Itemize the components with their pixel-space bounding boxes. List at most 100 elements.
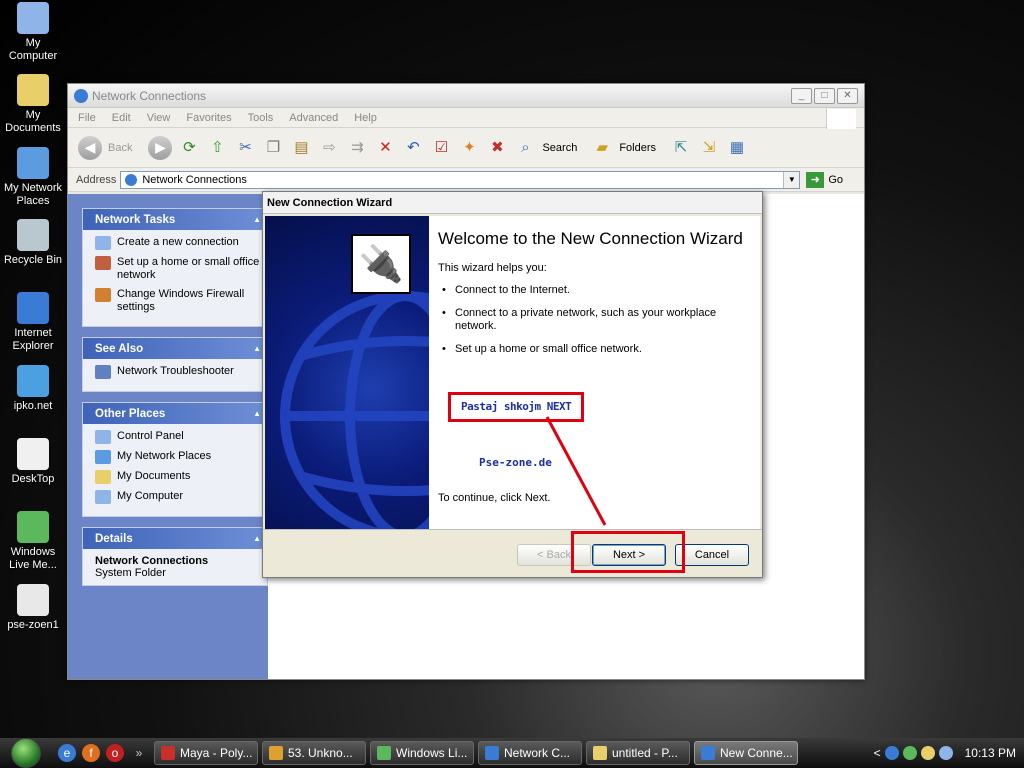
wizard-button-bar: < Back Next > Cancel [263,529,762,577]
taskbar-button[interactable]: New Conne... [694,741,798,765]
copy-icon[interactable]: ❐ [262,137,284,159]
windows-orb-icon [11,738,41,768]
search-button-label[interactable]: Search [542,142,577,154]
back-arrow-icon[interactable]: ◀ [78,135,102,160]
collapse-chevron-icon[interactable]: ▲ [253,409,261,418]
task-link[interactable]: My Network Places [95,450,261,464]
collapse-chevron-icon[interactable]: ▲ [253,534,261,543]
views-icon[interactable]: ▦ [726,137,748,159]
desktop-icon-desktop-shortcut[interactable]: DeskTop [0,438,66,486]
task-link[interactable]: Control Panel [95,430,261,444]
collapse-chevron-icon[interactable]: ▲ [253,215,261,224]
network-connections-icon [74,88,88,103]
properties-icon[interactable]: ☑ [430,137,452,159]
task-link[interactable]: Set up a home or small office network [95,256,261,282]
task-link[interactable]: My Documents [95,470,261,484]
delete-icon[interactable]: ✕ [374,137,396,159]
network-cable-icon: 🔌 [351,234,411,294]
explorer-titlebar[interactable]: Network Connections _ □ ✕ [68,84,864,108]
network-tray-icon[interactable] [884,746,899,760]
menu-help[interactable]: Help [354,112,377,124]
taskbar-app-icon [377,746,391,760]
desktop-icon-network-places[interactable]: My Network Places [0,147,66,208]
task-pane: Network Tasks ▲ Create a new connection S… [68,194,268,679]
desktop-icon-recycle-bin[interactable]: Recycle Bin [0,219,66,267]
annotation-next-highlight-box [571,531,685,573]
task-link-label: Set up a home or small office network [117,256,260,281]
address-input[interactable]: Network Connections ▼ [120,170,801,189]
up-folder-icon[interactable]: ⇧ [206,137,228,159]
new-item-icon[interactable]: ✦ [458,137,480,159]
undo-icon[interactable]: ↶ [402,137,424,159]
taskbar-button[interactable]: Network C... [478,741,582,765]
close-button[interactable]: ✕ [837,87,858,104]
address-bar: Address Network Connections ▼ ➜ Go [68,168,864,192]
bullet-dot-icon: • [442,307,446,319]
new-connection-wizard-dialog[interactable]: New Connection Wizard 🔌 Welcome to the N… [262,191,763,578]
task-item-icon [95,450,111,464]
internet-explorer-quicklaunch-icon[interactable]: e [58,744,76,762]
forward-arrow-icon[interactable]: ▶ [148,135,173,160]
menu-favorites[interactable]: Favorites [186,112,231,124]
network-tasks-header[interactable]: Network Tasks ▲ [83,209,267,230]
disconnect-drive-icon[interactable]: ⇲ [698,137,720,159]
folders-icon[interactable]: ▰ [591,137,613,159]
move-to-icon[interactable]: ⇨ [318,137,340,159]
desktop-icon-windows-live-messenger[interactable]: Windows Live Me... [0,511,66,572]
refresh-icon[interactable]: ⟳ [178,137,200,159]
messenger-tray-icon[interactable] [902,746,917,760]
task-item-icon [95,470,111,484]
desktop-icon-pse-zoen1-file[interactable]: pse-zoen1 [0,584,66,632]
menu-file[interactable]: File [78,112,96,124]
taskbar-button[interactable]: Windows Li... [370,741,474,765]
search-icon[interactable]: ⌕ [514,137,536,159]
address-dropdown-icon[interactable]: ▼ [783,171,800,188]
clock[interactable]: 10:13 PM [965,746,1016,760]
see-also-title: See Also [95,342,144,355]
taskbar-button[interactable]: untitled - P... [586,741,690,765]
desktop-icon-documents-folder[interactable]: My Documents [0,74,66,135]
desktop-icon-computer[interactable]: My Computer [0,2,66,63]
opera-quicklaunch-icon[interactable]: o [106,744,124,762]
task-link[interactable]: Create a new connection [95,236,261,250]
menu-tools[interactable]: Tools [248,112,274,124]
taskbar: e f o » Maya - Poly... 53. Unkno... Window… [0,738,1024,768]
desktop-icon-internet-explorer[interactable]: Internet Explorer [0,292,66,353]
collapse-chevron-icon[interactable]: ▲ [253,344,261,353]
security-tray-icon[interactable] [920,746,935,760]
copy-to-icon[interactable]: ⇉ [346,137,368,159]
task-link[interactable]: Change Windows Firewall settings [95,288,261,314]
menu-advanced[interactable]: Advanced [289,112,338,124]
wizard-bullet-text: Connect to a private network, such as yo… [455,307,717,332]
folders-button-label[interactable]: Folders [619,142,656,154]
firefox-quicklaunch-icon[interactable]: f [82,744,100,762]
menu-edit[interactable]: Edit [112,112,131,124]
minimize-button[interactable]: _ [791,87,812,104]
wizard-bullet: • Connect to the Internet. [438,284,750,297]
see-also-header[interactable]: See Also ▲ [83,338,267,359]
go-arrow-icon: ➜ [806,171,825,188]
task-link[interactable]: My Computer [95,490,261,504]
back-button-label[interactable]: Back [108,142,132,154]
window-controls: _ □ ✕ [791,87,858,104]
start-button[interactable] [0,738,52,768]
details-header[interactable]: Details ▲ [83,528,267,549]
maximize-button[interactable]: □ [814,87,835,104]
quicklaunch-overflow-icon[interactable]: » [130,744,148,762]
desktop-icon-ipko-shortcut[interactable]: ipko.net [0,365,66,413]
remove-item-icon[interactable]: ✖ [486,137,508,159]
paste-icon[interactable]: ▤ [290,137,312,159]
cut-icon[interactable]: ✂ [234,137,256,159]
taskbar-button[interactable]: Maya - Poly... [154,741,258,765]
tray-expand-icon[interactable]: < [874,746,881,760]
task-link[interactable]: Network Troubleshooter [95,365,261,379]
volume-tray-icon[interactable] [938,746,953,760]
taskbar-button[interactable]: 53. Unkno... [262,741,366,765]
map-drive-icon[interactable]: ⇱ [670,137,692,159]
desktop-icon-label: pse-zoen1 [7,619,59,631]
other-places-header[interactable]: Other Places ▲ [83,403,267,424]
taskbar-app-icon [593,746,607,760]
cancel-button[interactable]: Cancel [675,544,749,566]
go-button[interactable]: ➜ Go [806,171,843,188]
menu-view[interactable]: View [147,112,171,124]
